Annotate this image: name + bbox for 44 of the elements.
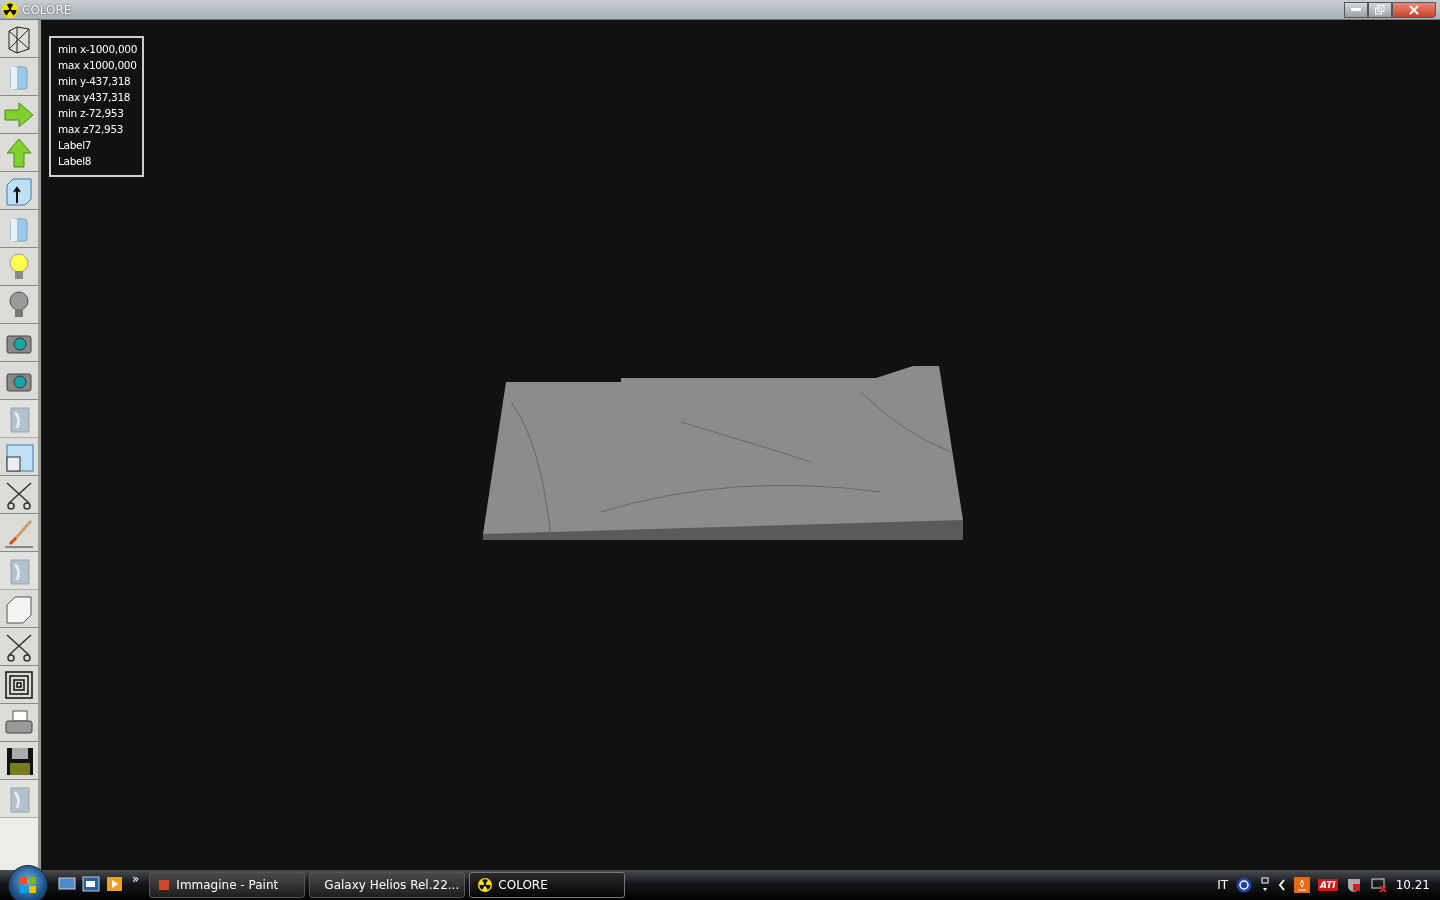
taskbar-button[interactable]: Immagine - Paint [149,872,306,898]
help-icon[interactable] [1236,877,1253,893]
network-error-icon[interactable] [1369,877,1388,893]
radiation-icon [478,878,493,892]
windows-logo-icon [19,876,37,894]
info-label: max x1000,000 [58,58,138,73]
language-indicator[interactable]: IT [1217,878,1229,892]
tool-button[interactable] [0,476,38,514]
shield-icon[interactable] [1345,877,1362,893]
restore-button[interactable] [1368,1,1392,18]
close-button[interactable] [1392,1,1436,18]
info-label: Label8 [58,154,93,169]
taskbar-button[interactable]: COLORE [469,872,626,898]
tool-button[interactable] [0,666,38,704]
desktop-icon [58,876,76,892]
minimize-button[interactable] [1344,1,1368,18]
info-label: Label7 [58,138,93,153]
overflow-chevron[interactable]: » [132,872,140,886]
window-title: COLORE [22,2,72,17]
switch-windows-button[interactable] [82,876,100,894]
radiation-icon [2,1,18,18]
info-label: max y437,318 [58,90,132,105]
close-icon [1409,4,1419,15]
windows-stack-icon [82,876,100,892]
info-label: min z-72,953 [58,106,125,121]
tool-button[interactable] [0,172,38,210]
tool-button[interactable] [0,20,38,58]
tool-button[interactable] [0,742,38,780]
app-icon [158,879,171,891]
restore-icon [1375,4,1385,15]
taskbar-button[interactable]: Galaxy Helios Rel.22... [309,872,466,898]
info-label: min x-1000,000 [58,42,139,57]
tool-button[interactable] [0,628,38,666]
info-label: min y-437,318 [58,74,132,89]
up-arrow-icon [3,136,35,169]
concentric-squares-icon [3,668,35,701]
info-label: max z72,953 [58,122,125,137]
media-player-button[interactable] [106,876,124,894]
minimize-icon [1351,7,1361,12]
clock: 10.21 [1395,878,1430,892]
start-button[interactable] [8,865,48,900]
play-icon [106,876,124,892]
chevron-left-icon[interactable] [1278,879,1287,891]
ati-tray-icon[interactable]: ATI [1318,879,1338,891]
